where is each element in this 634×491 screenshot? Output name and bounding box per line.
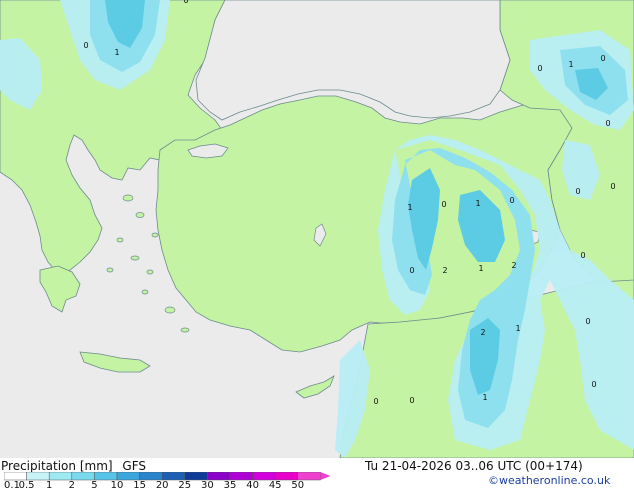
color-scale-segment: [116, 472, 140, 481]
map-value: 0: [537, 64, 542, 73]
map-value: 1: [568, 60, 573, 69]
map-value: 0: [580, 251, 585, 260]
map-value: 0: [409, 266, 414, 275]
map-value: 0: [585, 317, 590, 326]
map-value: 1: [478, 264, 483, 273]
color-scale-tick-label: 0.5: [18, 480, 35, 491]
map-value: 0: [591, 380, 596, 389]
color-scale-tick-label: 35: [223, 480, 237, 491]
color-scale-segment: [297, 472, 321, 481]
color-scale: [4, 472, 331, 481]
color-scale-segment: [252, 472, 276, 481]
color-scale-segment: [94, 472, 118, 481]
color-scale-segment: [184, 472, 208, 481]
color-scale-arrow: [320, 472, 331, 480]
color-scale-tick-label: 50: [291, 480, 305, 491]
color-scale-tick-label: 10: [110, 480, 124, 491]
precipitation-map: 1 0 1 0 0 0 0 0 1 0 1 0 0 2 1 2 0 2 1 0 …: [0, 0, 634, 458]
color-scale-tick-label: 30: [201, 480, 214, 491]
color-scale-segment: [161, 472, 186, 481]
map-value: 0: [509, 196, 514, 205]
map-value: 0: [575, 187, 580, 196]
color-scale-tick-label: 20: [155, 480, 169, 491]
map-value: 0: [605, 119, 610, 128]
map-value: 2: [480, 328, 485, 337]
color-scale-tick-label: 5: [91, 480, 98, 491]
legend-bar: Precipitation [mm] GFS Tu 21-04-2026 03.…: [0, 458, 634, 491]
color-scale-segment: [71, 472, 95, 481]
color-scale-tick-label: 45: [268, 480, 282, 491]
color-scale-segment: [139, 472, 163, 481]
color-scale-tick-label: 2: [68, 480, 75, 491]
map-value: 0: [83, 41, 88, 50]
map-value: 1: [482, 393, 487, 402]
color-scale-tick-label: 25: [178, 480, 192, 491]
map-value: 2: [442, 266, 447, 275]
color-scale-segment: [4, 472, 27, 481]
color-scale-segment: [207, 472, 231, 481]
color-scale-segment: [26, 472, 50, 481]
map-value: 1: [407, 203, 412, 212]
color-scale-tick-label: 40: [246, 480, 259, 491]
title-text: Precipitation [mm]: [1, 459, 113, 473]
credit-link[interactable]: ©weatheronline.co.uk: [488, 474, 610, 487]
color-scale-segment: [48, 472, 73, 481]
title-label: Precipitation [mm] GFS: [1, 459, 146, 473]
map-value: 0: [409, 396, 414, 405]
color-scale-segment: [229, 472, 253, 481]
color-scale-segment: [274, 472, 299, 481]
map-value: 0: [373, 397, 378, 406]
map-value: 0: [183, 0, 188, 5]
map-value: 0: [610, 182, 615, 191]
map-value: 1: [114, 48, 119, 57]
color-scale-tick-label: 15: [133, 480, 146, 491]
color-scale-tick-label: 0.1: [4, 480, 20, 491]
valid-time: Tu 21-04-2026 03..06 UTC (00+174): [365, 459, 583, 473]
model-name: GFS: [122, 459, 146, 473]
map-value: 0: [600, 54, 605, 63]
map-value: 1: [475, 199, 480, 208]
map-value: 2: [511, 261, 516, 270]
color-scale-tick-label: 1: [46, 480, 53, 491]
map-value: 0: [441, 200, 446, 209]
map-value: 1: [515, 324, 520, 333]
